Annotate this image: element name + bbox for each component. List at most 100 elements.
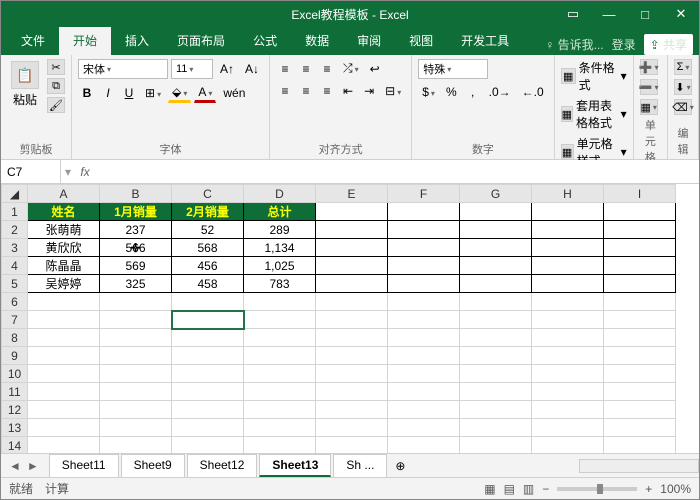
cell[interactable] <box>604 329 676 347</box>
cell[interactable]: 52 <box>172 221 244 239</box>
table-header-cell[interactable]: 姓名 <box>28 203 100 221</box>
col-header[interactable]: B <box>100 185 172 203</box>
cell[interactable] <box>316 257 388 275</box>
col-header[interactable]: H <box>532 185 604 203</box>
cell[interactable]: 黄欣欣 <box>28 239 100 257</box>
row-header[interactable]: 10 <box>2 365 28 383</box>
cell[interactable] <box>532 329 604 347</box>
cell[interactable] <box>460 329 532 347</box>
cell[interactable]: 吴婷婷 <box>28 275 100 293</box>
cell[interactable] <box>172 365 244 383</box>
worksheet[interactable]: ◢ABCDEFGHI1姓名1月销量2月销量总计2张萌萌237522893黄欣欣5… <box>1 184 699 453</box>
cell[interactable] <box>28 419 100 437</box>
cell[interactable] <box>460 239 532 257</box>
row-header[interactable]: 14 <box>2 437 28 454</box>
tab-data[interactable]: 数据 <box>291 26 343 55</box>
tab-home[interactable]: 开始 <box>59 26 111 55</box>
cell[interactable] <box>604 401 676 419</box>
cell[interactable] <box>28 329 100 347</box>
cell[interactable] <box>244 347 316 365</box>
cell[interactable] <box>100 419 172 437</box>
cell[interactable] <box>316 365 388 383</box>
merge-button[interactable]: ⊟ <box>381 82 405 100</box>
cell[interactable] <box>28 311 100 329</box>
cell[interactable] <box>388 401 460 419</box>
row-header[interactable]: 7 <box>2 311 28 329</box>
bold-button[interactable]: B <box>78 84 96 102</box>
cell[interactable] <box>388 221 460 239</box>
cell[interactable] <box>388 203 460 221</box>
cell[interactable] <box>388 437 460 454</box>
cell[interactable] <box>388 275 460 293</box>
cell[interactable]: 569 <box>100 257 172 275</box>
close-icon[interactable]: ✕ <box>663 1 699 27</box>
tell-me[interactable]: ♀ 告诉我... <box>545 36 603 53</box>
cell[interactable] <box>604 383 676 401</box>
sheet-tab[interactable]: Sheet9 <box>121 454 185 477</box>
cell[interactable] <box>460 203 532 221</box>
view-layout-icon[interactable]: ▤ <box>504 482 515 496</box>
cell[interactable] <box>388 257 460 275</box>
cell[interactable] <box>460 293 532 311</box>
orientation-icon[interactable]: ⤮ <box>339 59 363 78</box>
cell[interactable] <box>100 311 172 329</box>
cell[interactable] <box>100 437 172 454</box>
cell[interactable] <box>532 311 604 329</box>
cell[interactable] <box>100 347 172 365</box>
share-button[interactable]: ⇪ 共享 <box>644 34 693 55</box>
cell[interactable] <box>604 347 676 365</box>
cell[interactable] <box>532 437 604 454</box>
cell[interactable] <box>316 347 388 365</box>
cell[interactable] <box>100 401 172 419</box>
cell[interactable]: 456 <box>172 257 244 275</box>
h-scrollbar[interactable] <box>579 459 699 473</box>
cell[interactable] <box>604 365 676 383</box>
cell[interactable] <box>244 365 316 383</box>
cell[interactable]: 566 <box>100 239 172 257</box>
tab-dev[interactable]: 开发工具 <box>447 26 523 55</box>
cell[interactable] <box>172 419 244 437</box>
cell[interactable] <box>316 221 388 239</box>
cell[interactable] <box>460 311 532 329</box>
cell[interactable] <box>316 329 388 347</box>
cell[interactable] <box>604 293 676 311</box>
cell[interactable] <box>460 419 532 437</box>
cell[interactable]: 张萌萌 <box>28 221 100 239</box>
cell[interactable]: 289 <box>244 221 316 239</box>
format-cell-icon[interactable]: ▦ <box>640 99 658 115</box>
new-sheet-icon[interactable]: ⊕ <box>387 459 413 473</box>
col-header[interactable]: I <box>604 185 676 203</box>
align-right-icon[interactable]: ≡ <box>318 82 336 100</box>
tab-insert[interactable]: 插入 <box>111 26 163 55</box>
font-color-button[interactable]: A <box>194 83 216 103</box>
cell[interactable] <box>388 293 460 311</box>
row-header[interactable]: 5 <box>2 275 28 293</box>
cell[interactable] <box>604 437 676 454</box>
row-header[interactable]: 8 <box>2 329 28 347</box>
cell[interactable] <box>532 347 604 365</box>
cell[interactable] <box>100 365 172 383</box>
cell[interactable] <box>316 275 388 293</box>
cell[interactable] <box>604 275 676 293</box>
shrink-font-icon[interactable]: A↓ <box>241 60 263 78</box>
cell[interactable]: 325 <box>100 275 172 293</box>
indent-inc-icon[interactable]: ⇥ <box>360 82 378 100</box>
cell[interactable]: 568 <box>172 239 244 257</box>
sheet-tab[interactable]: Sh ... <box>333 454 387 477</box>
maximize-icon[interactable]: □ <box>627 1 663 27</box>
row-header[interactable]: 9 <box>2 347 28 365</box>
cell[interactable] <box>388 311 460 329</box>
cell[interactable] <box>460 437 532 454</box>
fx-icon[interactable]: fx <box>75 165 95 179</box>
copy-icon[interactable]: ⧉ <box>47 78 65 94</box>
paste-button[interactable]: 📋 粘贴 <box>7 59 43 110</box>
cell[interactable] <box>316 239 388 257</box>
zoom-in-icon[interactable]: + <box>645 482 652 496</box>
cell[interactable] <box>388 347 460 365</box>
wrap-text-icon[interactable]: ↩ <box>366 60 384 78</box>
cell[interactable] <box>172 437 244 454</box>
cell[interactable] <box>172 311 244 329</box>
signin[interactable]: 登录 <box>612 36 636 53</box>
zoom-slider[interactable] <box>557 487 637 491</box>
cut-icon[interactable]: ✂ <box>47 59 65 75</box>
